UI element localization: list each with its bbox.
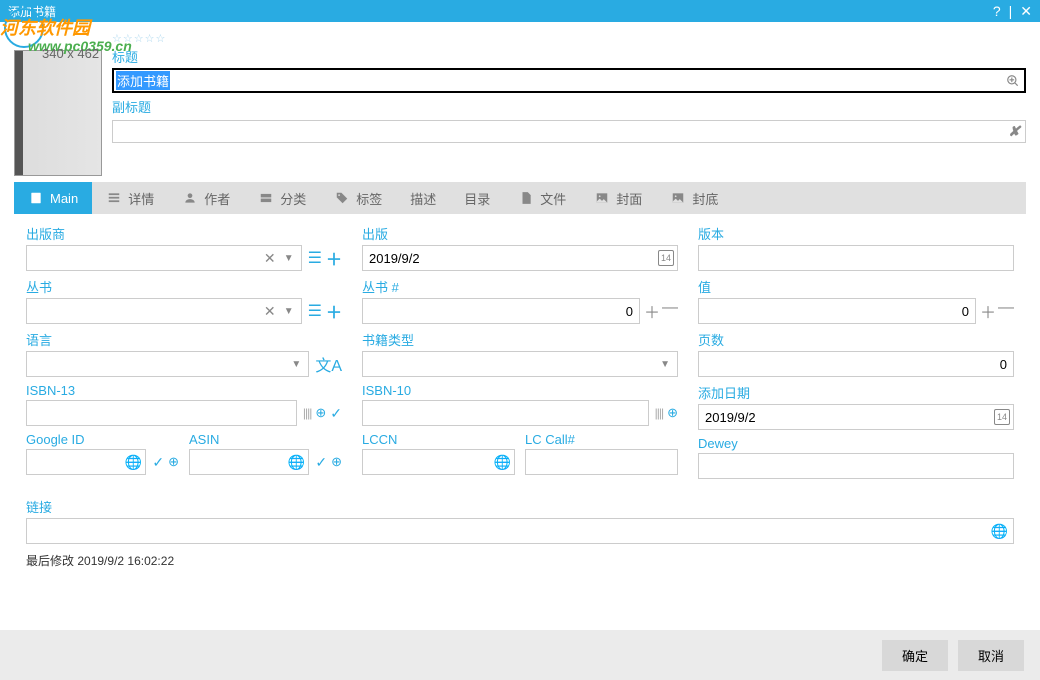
help-icon[interactable]: ? [993,3,1001,19]
tab-backcover[interactable]: 封底 [656,182,732,214]
booktype-label: 书籍类型 [362,330,678,349]
tab-main[interactable]: Main [14,182,92,214]
chevron-down-icon[interactable]: ▼ [280,306,298,317]
clear-icon[interactable]: ✕ [260,250,280,267]
seriesnum-label: 丛书 # [362,277,678,296]
tab-bar: Main 详情 作者 分类 标签 描述 目录 文件 封面 封底 [14,182,1026,214]
footer: 确定 取消 [0,630,1040,680]
seriesnum-input[interactable] [362,298,640,324]
image-icon [670,190,686,206]
drawer-icon [258,190,274,206]
clear-icon[interactable]: ✕ [260,303,280,320]
title-search-icon[interactable] [1006,73,1020,89]
cancel-button[interactable]: 取消 [958,640,1024,671]
check-icon[interactable]: ✓ [330,405,342,422]
lccn-input[interactable] [362,449,515,475]
lccn-label: LCCN [362,432,515,447]
close-icon[interactable]: ✕ [1020,3,1032,20]
language-label: 语言 [26,330,342,349]
person-icon [182,190,198,206]
tab-tags[interactable]: 标签 [320,182,396,214]
check-icon[interactable]: ✓ [315,454,327,471]
tab-cover[interactable]: 封面 [580,182,656,214]
page-icon [28,190,44,206]
language-input[interactable] [26,351,309,377]
isbn10-input[interactable] [362,400,649,426]
subtitle-pin-icon[interactable]: ✘ [1008,123,1020,140]
calendar-icon[interactable]: 14 [994,409,1010,425]
isbn10-label: ISBN-10 [362,383,678,398]
search-icon[interactable]: ⊕ [331,454,342,470]
tag-icon [334,190,350,206]
dewey-input[interactable] [698,453,1014,479]
list-icon[interactable]: ☰ [308,248,322,268]
calendar-icon[interactable]: 14 [658,250,674,266]
subtitle-input[interactable] [112,120,1026,143]
tab-details[interactable]: 详情 [92,182,168,214]
link-input[interactable] [26,518,1014,544]
tab-description[interactable]: 描述 [396,182,450,214]
rating-stars[interactable]: ☆☆☆☆☆ [112,32,1026,45]
dewey-label: Dewey [698,436,1014,451]
barcode-icon[interactable]: |||| [303,406,311,420]
pages-label: 页数 [698,330,1014,349]
published-label: 出版 [362,224,678,243]
lccall-label: LC Call# [525,432,678,447]
isbn13-label: ISBN-13 [26,383,342,398]
added-label: 添加日期 [698,383,1014,402]
image-icon [594,190,610,206]
tab-files[interactable]: 文件 [504,182,580,214]
asin-label: ASIN [189,432,342,447]
lccall-input[interactable] [525,449,678,475]
publisher-label: 出版商 [26,224,342,243]
subtitle-label: 副标题 [112,97,1026,116]
last-modified: 最后修改 2019/9/2 16:02:22 [0,544,1040,577]
minus-icon[interactable]: — [662,299,678,323]
cover-thumbnail[interactable] [14,50,102,176]
window-title: 添加书籍 [8,3,56,20]
link-label: 链接 [26,497,1014,516]
title-input[interactable] [112,68,1026,93]
isbn13-input[interactable] [26,400,297,426]
search-icon[interactable]: ⊕ [667,405,678,421]
list-icon[interactable]: ☰ [308,301,322,321]
title-label: 标题 [112,47,1026,66]
val-input[interactable] [698,298,976,324]
chevron-down-icon[interactable]: ▼ [287,359,305,370]
plus-icon[interactable]: ＋ [326,299,342,323]
plus-icon[interactable]: ＋ [644,299,660,323]
titlebar-divider: | [1009,3,1013,19]
globe-icon[interactable]: 🌐 [288,454,305,471]
tab-category[interactable]: 分类 [244,182,320,214]
googleid-label: Google ID [26,432,179,447]
edition-input[interactable] [698,245,1014,271]
edition-label: 版本 [698,224,1014,243]
titlebar: 添加书籍 ? | ✕ [0,0,1040,22]
ok-button[interactable]: 确定 [882,640,948,671]
published-input[interactable] [362,245,678,271]
series-label: 丛书 [26,277,342,296]
booktype-input[interactable] [362,351,678,377]
barcode-icon[interactable]: |||| [655,406,663,420]
list-icon [106,190,122,206]
check-icon[interactable]: ✓ [152,454,164,471]
globe-icon[interactable]: 🌐 [991,523,1008,540]
added-input[interactable] [698,404,1014,430]
tab-toc[interactable]: 目录 [450,182,504,214]
search-icon[interactable]: ⊕ [168,454,179,470]
chevron-down-icon[interactable]: ▼ [656,359,674,370]
pages-input[interactable] [698,351,1014,377]
chevron-down-icon[interactable]: ▼ [280,253,298,264]
minus-icon[interactable]: — [998,299,1014,323]
translate-icon[interactable]: 文A [315,352,342,376]
search-icon[interactable]: ⊕ [315,405,326,421]
val-label: 值 [698,277,1014,296]
globe-icon[interactable]: 🌐 [125,454,142,471]
tab-author[interactable]: 作者 [168,182,244,214]
plus-icon[interactable]: ＋ [326,246,342,270]
globe-icon[interactable]: 🌐 [494,454,511,471]
plus-icon[interactable]: ＋ [980,299,996,323]
file-icon [518,190,534,206]
